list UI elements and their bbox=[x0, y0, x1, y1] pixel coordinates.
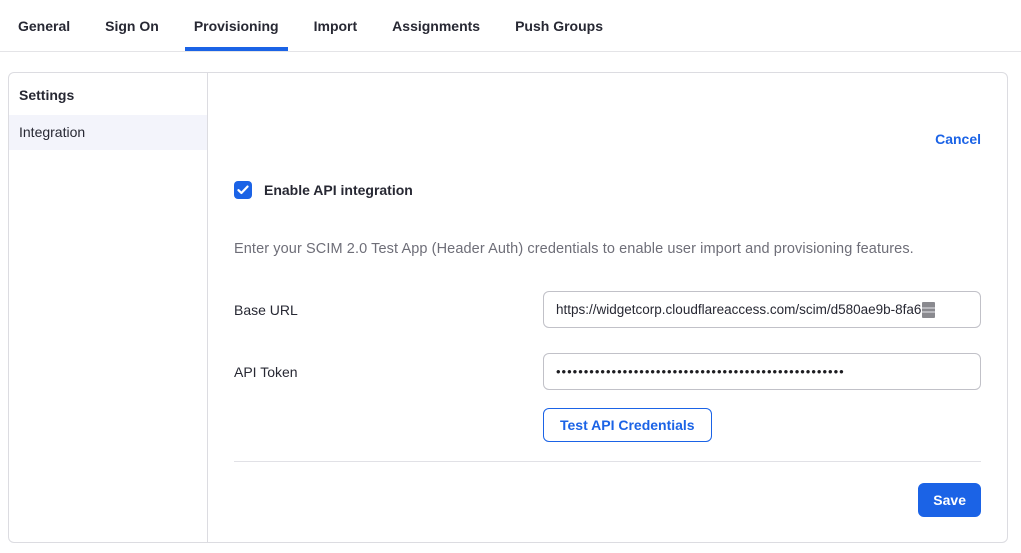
footer-divider bbox=[234, 461, 981, 462]
base-url-input[interactable]: https://widgetcorp.cloudflareaccess.com/… bbox=[543, 291, 981, 328]
credentials-description: Enter your SCIM 2.0 Test App (Header Aut… bbox=[234, 241, 981, 257]
enable-api-checkbox[interactable] bbox=[234, 181, 252, 199]
cancel-link[interactable]: Cancel bbox=[935, 131, 981, 147]
api-token-label: API Token bbox=[234, 364, 543, 380]
base-url-row: Base URL https://widgetcorp.cloudflareac… bbox=[234, 291, 981, 328]
save-button[interactable]: Save bbox=[918, 483, 981, 517]
tab-general[interactable]: General bbox=[9, 0, 79, 51]
tab-push-groups[interactable]: Push Groups bbox=[506, 0, 612, 51]
test-credentials-row: Test API Credentials bbox=[234, 408, 981, 442]
provisioning-panel: Settings Integration Cancel Enable API i… bbox=[8, 72, 1008, 543]
api-token-masked-value: ••••••••••••••••••••••••••••••••••••••••… bbox=[556, 364, 845, 379]
cancel-row: Cancel bbox=[234, 73, 981, 151]
base-url-value: https://widgetcorp.cloudflareaccess.com/… bbox=[556, 302, 921, 317]
sidebar-item-integration[interactable]: Integration bbox=[9, 115, 207, 150]
text-selection-block bbox=[922, 302, 935, 318]
tab-assignments[interactable]: Assignments bbox=[383, 0, 489, 51]
tab-import[interactable]: Import bbox=[305, 0, 367, 51]
settings-sidebar: Settings Integration bbox=[9, 73, 208, 542]
base-url-label: Base URL bbox=[234, 302, 543, 318]
api-token-input[interactable]: ••••••••••••••••••••••••••••••••••••••••… bbox=[543, 353, 981, 390]
enable-api-label: Enable API integration bbox=[264, 182, 413, 198]
tab-sign-on[interactable]: Sign On bbox=[96, 0, 168, 51]
enable-api-row: Enable API integration bbox=[234, 181, 981, 199]
api-token-row: API Token ••••••••••••••••••••••••••••••… bbox=[234, 353, 981, 390]
test-api-credentials-button[interactable]: Test API Credentials bbox=[543, 408, 712, 442]
save-row: Save bbox=[234, 483, 981, 517]
integration-settings-content: Cancel Enable API integration Enter your… bbox=[208, 73, 1007, 542]
tab-provisioning[interactable]: Provisioning bbox=[185, 0, 288, 51]
check-icon bbox=[237, 185, 249, 195]
app-tab-bar: General Sign On Provisioning Import Assi… bbox=[0, 0, 1021, 52]
sidebar-heading: Settings bbox=[9, 85, 207, 115]
